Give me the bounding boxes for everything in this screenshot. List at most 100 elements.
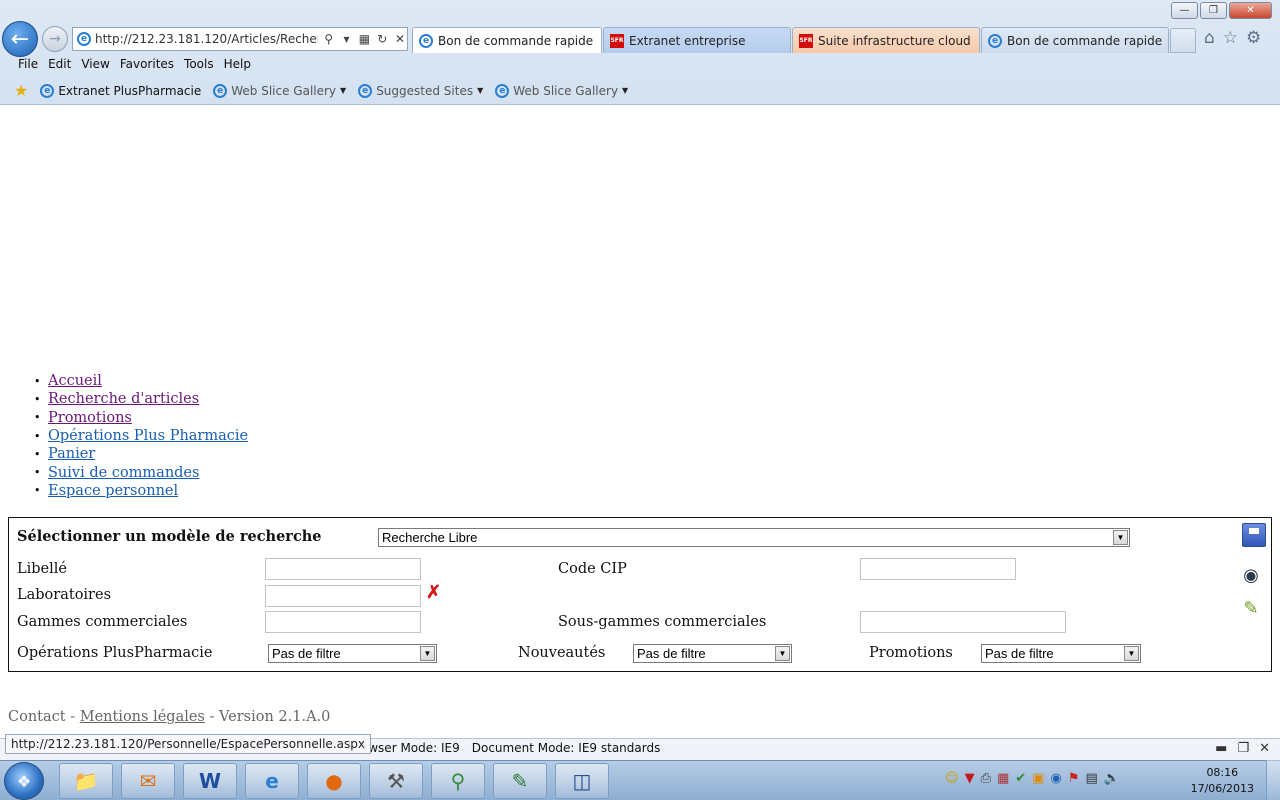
check-icon[interactable]: ✔ [1015, 771, 1026, 786]
office-icon[interactable]: ▣ [1032, 771, 1044, 786]
restore-button[interactable]: ❐ [1200, 2, 1227, 19]
nav-link-promotions[interactable]: Promotions [48, 410, 132, 426]
document-mode[interactable]: Document Mode: IE9 standards [472, 741, 661, 755]
nav-link-espace-personnel[interactable]: Espace personnel [48, 483, 178, 499]
nav-link-operations[interactable]: Opérations Plus Pharmacie [48, 428, 248, 444]
tab-bon-de-commande-active[interactable]: e Bon de commande rapide ✕ [412, 27, 602, 53]
page-footer: Contact - Mentions légales - Version 2.1… [8, 709, 330, 725]
dropdown-icon[interactable]: ▾ [340, 32, 354, 46]
outlook-icon[interactable]: ✉ [121, 763, 175, 799]
notepad-icon[interactable]: ✎ [493, 763, 547, 799]
ie-icon: e [40, 83, 55, 98]
tab-extranet-entreprise[interactable]: SFR Extranet entreprise [603, 27, 791, 53]
tab-bon-de-commande[interactable]: e Bon de commande rapide [981, 27, 1169, 53]
nav-link-recherche-articles[interactable]: Recherche d'articles [48, 391, 199, 407]
show-desktop-button[interactable] [1266, 760, 1280, 800]
flag-icon[interactable]: ⚑ [1068, 771, 1080, 786]
forward-button[interactable]: → [42, 26, 68, 52]
fav-web-slice-gallery[interactable]: e Web Slice Gallery ▼ [213, 83, 347, 98]
address-bar[interactable]: e http://212.23.181.120/Articles/Recherc… [72, 27, 408, 51]
favorites-star-icon[interactable]: ☆ [1223, 28, 1238, 48]
promotions-select[interactable]: Pas de filtre ▼ [981, 644, 1141, 663]
firefox-icon[interactable]: ● [307, 763, 361, 799]
footer-mentions-legales-link[interactable]: Mentions légales [80, 709, 205, 725]
nav-link-panier[interactable]: Panier [48, 446, 95, 462]
start-button[interactable]: ❖ [4, 762, 44, 800]
tab-label: Extranet entreprise [629, 33, 746, 48]
eraser-icon[interactable]: ✎ [1239, 596, 1263, 620]
menu-file[interactable]: File [18, 57, 46, 71]
close-window-button[interactable]: ✕ [1229, 2, 1272, 19]
clear-icon[interactable]: ✗ [426, 584, 441, 602]
minimize-icon[interactable]: ▬ [1215, 741, 1227, 756]
search-model-select[interactable]: Recherche Libre ▼ [378, 528, 1130, 547]
chevron-down-icon: ▼ [340, 86, 347, 95]
laboratoires-input[interactable] [265, 585, 421, 607]
new-tab-button[interactable] [1170, 28, 1196, 53]
tab-suite-infrastructure-cloud[interactable]: SFR Suite infrastructure cloud [792, 27, 980, 53]
internet-explorer-icon[interactable]: e [245, 763, 299, 799]
fav-extranet-pluspharmacie[interactable]: e Extranet PlusPharmacie [40, 83, 201, 98]
explorer-icon[interactable]: 📁 [59, 763, 113, 799]
fav-label: Suggested Sites [376, 83, 474, 98]
taskbar-clock[interactable]: 08:16 17/06/2013 [1191, 765, 1254, 797]
chevron-down-icon: ▼ [1124, 646, 1139, 661]
menu-help[interactable]: Help [222, 57, 259, 71]
tools-icon[interactable]: ⚒ [369, 763, 423, 799]
menu-favorites[interactable]: Favorites [118, 57, 182, 71]
favorites-add-icon[interactable]: ★ [14, 81, 28, 100]
tab-label: Bon de commande rapide [438, 33, 594, 48]
network-tool-icon[interactable]: ▦ [997, 771, 1009, 786]
nouveautes-select[interactable]: Pas de filtre ▼ [633, 644, 792, 663]
back-button[interactable]: ← [2, 21, 38, 57]
gear-icon[interactable]: ⚙ [1246, 28, 1261, 48]
home-icon[interactable]: ⌂ [1204, 28, 1215, 48]
operations-select[interactable]: Pas de filtre ▼ [268, 644, 437, 663]
minimize-button[interactable]: — [1171, 2, 1198, 19]
system-tray: ☺ ▼ ⎙ ▦ ✔ ▣ ◉ ⚑ ▤ 🔈 [945, 771, 1120, 786]
sous-gammes-input[interactable] [860, 611, 1066, 633]
gammes-input[interactable] [265, 611, 421, 633]
ie-icon: e [988, 33, 1002, 48]
menu-view[interactable]: View [79, 57, 117, 71]
ie-icon: e [495, 83, 510, 98]
menu-tools[interactable]: Tools [182, 57, 222, 71]
nav-item-operations: • Opérations Plus Pharmacie [34, 428, 249, 445]
smiley-icon[interactable]: ☺ [945, 771, 959, 786]
menu-bar: File Edit View Favorites Tools Help [18, 57, 259, 71]
compat-view-icon[interactable]: ▦ [357, 32, 371, 46]
nav-item-promotions: • Promotions [34, 409, 132, 426]
save-icon[interactable] [1242, 523, 1266, 547]
clock-time: 08:16 [1206, 766, 1239, 779]
sync-icon[interactable]: ◉ [1050, 771, 1061, 786]
nav-link-suivi-commandes[interactable]: Suivi de commandes [48, 465, 199, 481]
nav-link-accueil[interactable]: Accueil [48, 373, 102, 389]
fav-suggested-sites[interactable]: e Suggested Sites ▼ [358, 83, 484, 98]
stop-icon[interactable]: ✕ [393, 32, 407, 46]
chevron-down-icon: ▼ [622, 86, 629, 95]
tab-label: Suite infrastructure cloud [818, 33, 971, 48]
remote-desktop-icon[interactable]: ◫ [555, 763, 609, 799]
chevron-down-icon: ▼ [477, 86, 484, 95]
libelle-input[interactable] [265, 558, 421, 580]
printer-icon[interactable]: ⎙ [981, 771, 991, 786]
nouveautes-value: Pas de filtre [637, 646, 706, 661]
close-icon[interactable]: ✕ [1259, 741, 1270, 756]
laboratoires-label: Laboratoires [17, 587, 112, 603]
refresh-icon[interactable]: ↻ [375, 32, 389, 46]
address-url[interactable]: http://212.23.181.120/Articles/Recherche… [95, 32, 318, 46]
antivirus-icon[interactable]: ▼ [965, 771, 975, 786]
word-icon[interactable]: W [183, 763, 237, 799]
restore-icon[interactable]: ❐ [1237, 741, 1249, 756]
search-icon[interactable]: ⚲ [322, 32, 336, 46]
nav-item-suivi: • Suivi de commandes [34, 464, 200, 481]
menu-edit[interactable]: Edit [46, 57, 79, 71]
network-icon[interactable]: ▤ [1085, 771, 1097, 786]
code-cip-input[interactable] [860, 558, 1016, 580]
fav-web-slice-gallery-2[interactable]: e Web Slice Gallery ▼ [495, 83, 629, 98]
volume-icon[interactable]: 🔈 [1104, 771, 1120, 786]
code-cip-label: Code CIP [558, 561, 627, 577]
ie-icon: e [213, 83, 228, 98]
search-app-icon[interactable]: ⚲ [431, 763, 485, 799]
search-binoculars-icon[interactable]: ◉ [1239, 563, 1263, 587]
